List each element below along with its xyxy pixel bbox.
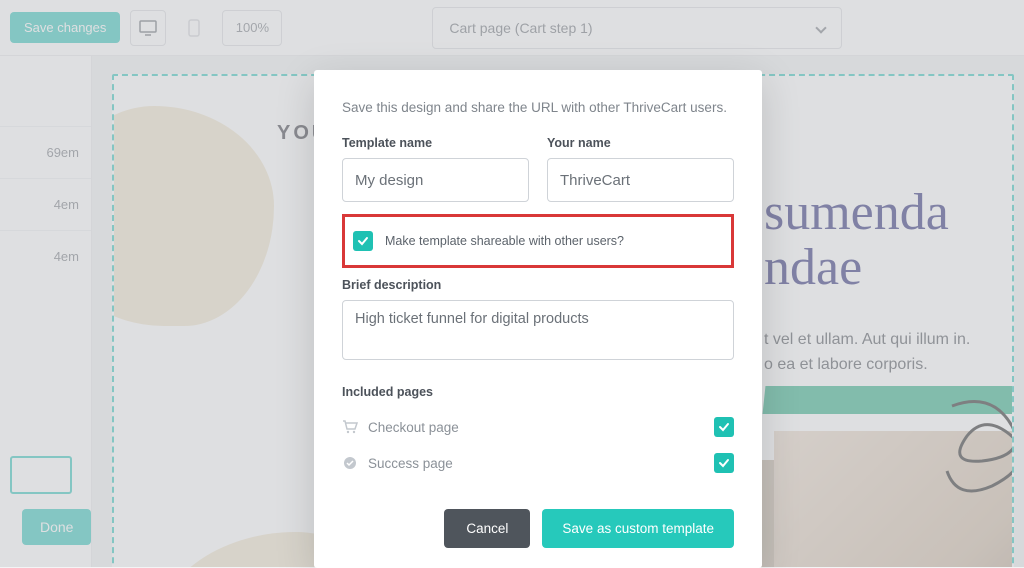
your-name-label: Your name (547, 136, 734, 150)
included-page-row: Success page (342, 445, 734, 481)
included-page-label: Checkout page (368, 420, 704, 435)
included-page-row: Checkout page (342, 409, 734, 445)
cart-icon (342, 419, 358, 435)
cancel-button[interactable]: Cancel (444, 509, 530, 548)
included-page-label: Success page (368, 456, 704, 471)
modal-intro-text: Save this design and share the URL with … (342, 98, 734, 118)
include-checkout-checkbox[interactable] (714, 417, 734, 437)
check-icon (718, 457, 730, 469)
template-name-input[interactable] (342, 158, 529, 202)
save-template-modal: Save this design and share the URL with … (314, 70, 762, 568)
shareable-label: Make template shareable with other users… (385, 234, 624, 248)
check-circle-icon (342, 455, 358, 471)
description-label: Brief description (342, 278, 734, 292)
template-name-label: Template name (342, 136, 529, 150)
include-success-checkbox[interactable] (714, 453, 734, 473)
your-name-input[interactable] (547, 158, 734, 202)
shareable-highlight: Make template shareable with other users… (342, 214, 734, 268)
save-as-template-button[interactable]: Save as custom template (542, 509, 734, 548)
check-icon (357, 235, 369, 247)
description-textarea[interactable]: High ticket funnel for digital products (342, 300, 734, 360)
check-icon (718, 421, 730, 433)
included-pages-heading: Included pages (342, 385, 734, 399)
shareable-checkbox[interactable] (353, 231, 373, 251)
